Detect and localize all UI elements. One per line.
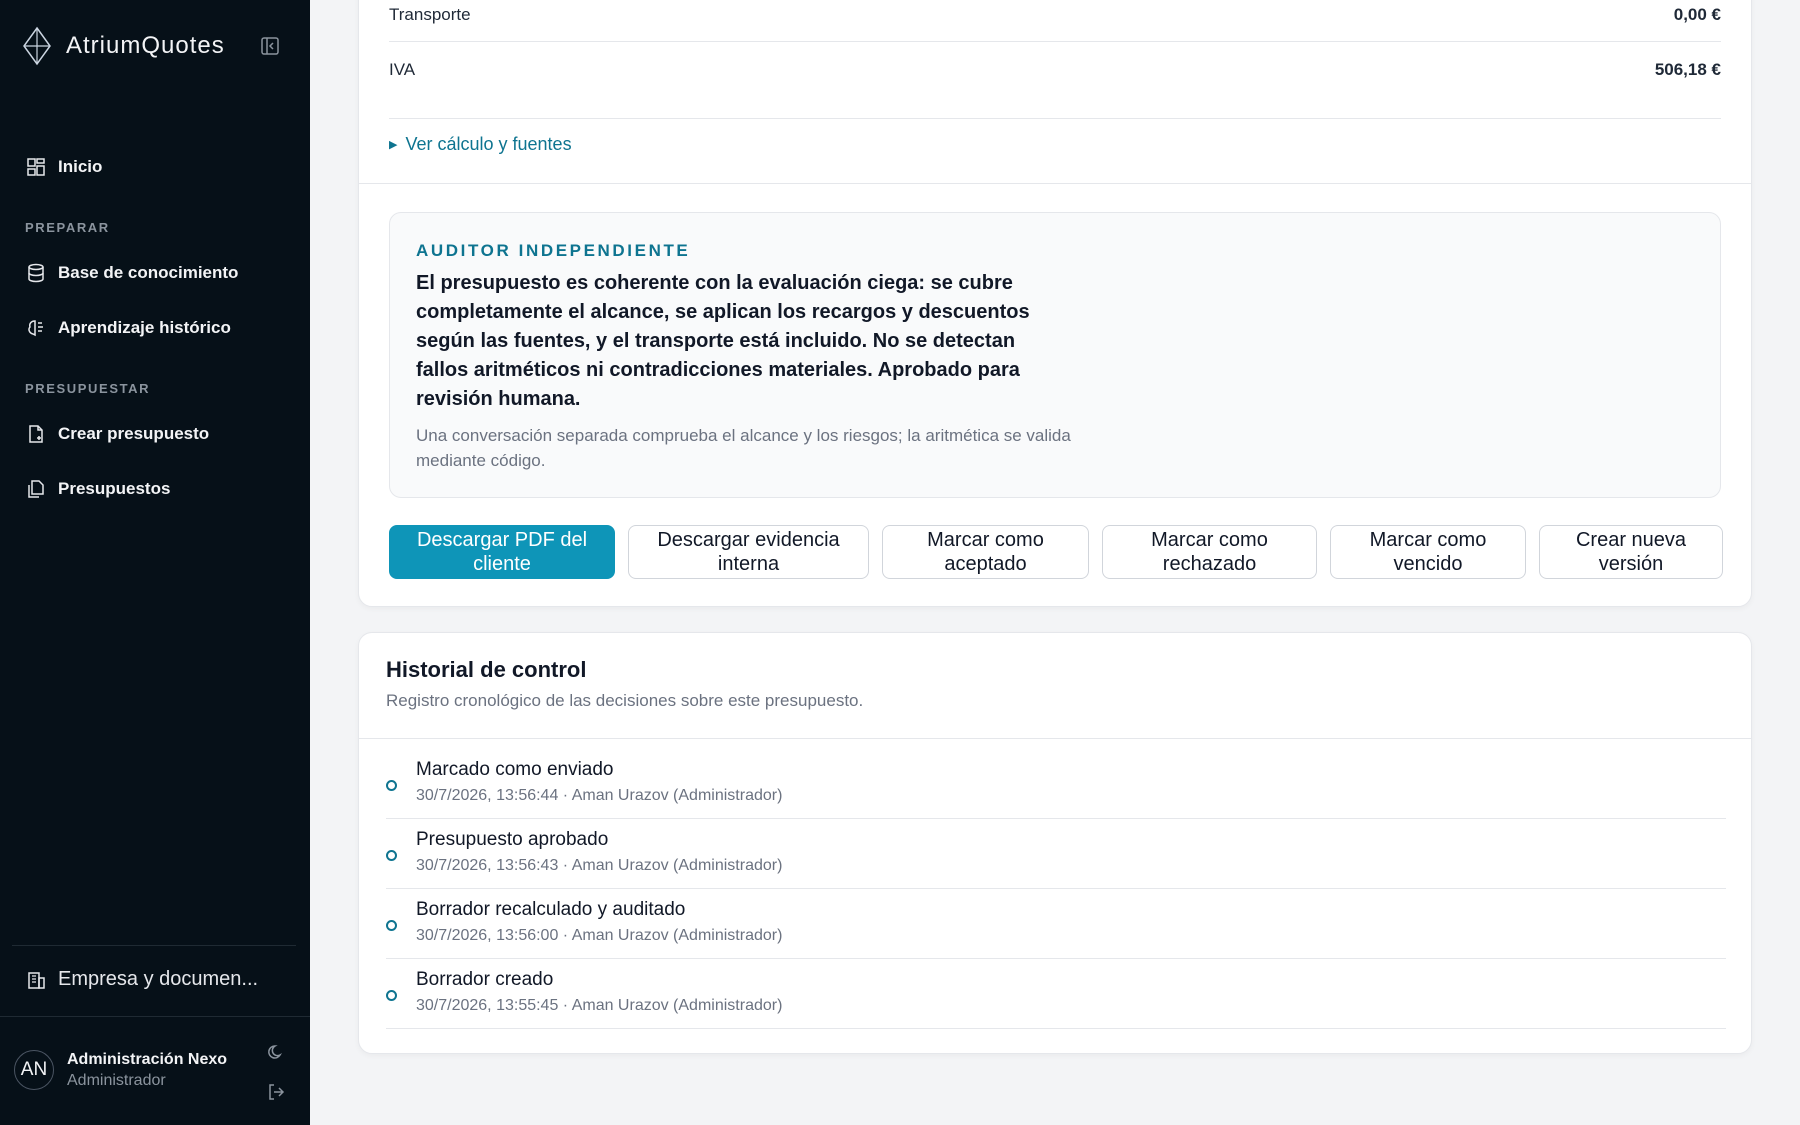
row-divider: [389, 41, 1721, 42]
create-new-version-button[interactable]: Crear nueva versión: [1539, 525, 1723, 579]
timeline-dot-icon: [386, 990, 397, 1001]
sidebar-item-home[interactable]: Inicio: [26, 157, 102, 177]
section-divider: [359, 183, 1751, 184]
triangle-right-icon: ▶: [389, 139, 398, 151]
sidebar-item-label: Inicio: [58, 157, 103, 176]
dashboard-icon: [27, 158, 45, 176]
summary-row-transport: Transporte 0,00 €: [389, 5, 1721, 25]
history-event: Borrador recalculado y auditado 30/7/202…: [386, 889, 1726, 959]
sidebar-item-label: Presupuestos: [58, 479, 171, 498]
user-name: Administración Nexo: [67, 1050, 228, 1068]
history-event: Presupuesto aprobado 30/7/2026, 13:56:43…: [386, 819, 1726, 889]
history-subtitle: Registro cronológico de las decisiones s…: [386, 691, 864, 710]
summary-row-vat: IVA 506,18 €: [389, 60, 1721, 80]
app-name: AtriumQuotes: [66, 32, 225, 59]
sidebar: AtriumQuotes Inicio PREPARAR Base de con…: [0, 0, 310, 1125]
event-title: Presupuesto aprobado: [416, 829, 609, 850]
row-divider: [389, 118, 1721, 119]
mark-expired-button[interactable]: Marcar como vencido: [1330, 525, 1526, 579]
history-title: Historial de control: [386, 657, 587, 682]
user-profile[interactable]: AN Administración Nexo Administrador: [14, 1050, 227, 1090]
event-meta: 30/7/2026, 13:55:45 · Aman Urazov (Admin…: [416, 997, 783, 1014]
diamond-logo-icon: [23, 26, 51, 66]
event-meta: 30/7/2026, 13:56:44 · Aman Urazov (Admin…: [416, 787, 783, 804]
files-icon: [28, 480, 44, 498]
row-value: 506,18 €: [1654, 60, 1721, 79]
database-icon: [28, 263, 44, 283]
user-role: Administrador: [67, 1071, 166, 1089]
history-event: Borrador creado 30/7/2026, 13:55:45 · Am…: [386, 959, 1726, 1029]
sidebar-item-knowledge[interactable]: Base de conocimiento: [26, 263, 238, 283]
logout-icon[interactable]: [266, 1082, 286, 1102]
timeline-dot-icon: [386, 780, 397, 791]
sidebar-item-quotes[interactable]: Presupuestos: [26, 479, 170, 499]
collapse-sidebar-icon[interactable]: [260, 36, 280, 56]
event-meta: 30/7/2026, 13:56:00 · Aman Urazov (Admin…: [416, 927, 783, 944]
timeline-dot-icon: [386, 920, 397, 931]
sidebar-item-label: Crear presupuesto: [58, 424, 210, 443]
avatar: AN: [14, 1050, 54, 1090]
event-title: Borrador recalculado y auditado: [416, 899, 686, 920]
mark-accepted-button[interactable]: Marcar como aceptado: [882, 525, 1089, 579]
section-prepare: PREPARAR: [25, 220, 110, 235]
section-divider: [359, 738, 1751, 739]
independent-auditor-panel: AUDITOR INDEPENDIENTE El presupuesto es …: [389, 212, 1721, 498]
event-title: Marcado como enviado: [416, 759, 614, 780]
brain-icon: [28, 320, 43, 337]
download-internal-evidence-button[interactable]: Descargar evidencia interna: [628, 525, 869, 579]
quote-summary-card: Transporte 0,00 € IVA 506,18 € ▶ Ver cál…: [358, 0, 1752, 607]
timeline-dot-icon: [386, 850, 397, 861]
sidebar-divider: [12, 945, 296, 946]
download-client-pdf-button[interactable]: Descargar PDF del cliente: [389, 525, 615, 579]
sidebar-item-label: Empresa y documen...: [58, 968, 259, 990]
control-history-card: Historial de control Registro cronológic…: [358, 632, 1752, 1054]
auditor-label: AUDITOR INDEPENDIENTE: [416, 241, 691, 260]
sidebar-item-label: Aprendizaje histórico: [58, 318, 231, 337]
moon-icon[interactable]: [266, 1042, 286, 1062]
mark-rejected-button[interactable]: Marcar como rechazado: [1102, 525, 1317, 579]
sidebar-divider: [0, 1016, 310, 1017]
row-label: IVA: [389, 60, 416, 79]
sidebar-item-history[interactable]: Aprendizaje histórico: [26, 318, 231, 338]
section-budget: PRESUPUESTAR: [25, 381, 151, 396]
sidebar-item-label: Base de conocimiento: [58, 263, 239, 282]
row-label: Transporte: [389, 5, 471, 24]
details-link-label: Ver cálculo y fuentes: [405, 134, 572, 154]
brand[interactable]: AtriumQuotes: [22, 26, 225, 66]
auditor-note: Una conversación separada comprueba el a…: [416, 426, 1071, 470]
file-plus-icon: [29, 425, 43, 443]
sidebar-item-create-quote[interactable]: Crear presupuesto: [26, 424, 209, 444]
calculation-details-toggle[interactable]: ▶ Ver cálculo y fuentes: [389, 134, 572, 155]
history-event: Marcado como enviado 30/7/2026, 13:56:44…: [386, 749, 1726, 819]
event-meta: 30/7/2026, 13:56:43 · Aman Urazov (Admin…: [416, 857, 783, 874]
event-title: Borrador creado: [416, 969, 554, 990]
sidebar-item-company[interactable]: Empresa y documen...: [26, 968, 258, 991]
building-icon: [28, 971, 45, 989]
auditor-verdict: El presupuesto es coherente con la evalu…: [416, 272, 1030, 410]
row-value: 0,00 €: [1673, 5, 1721, 24]
